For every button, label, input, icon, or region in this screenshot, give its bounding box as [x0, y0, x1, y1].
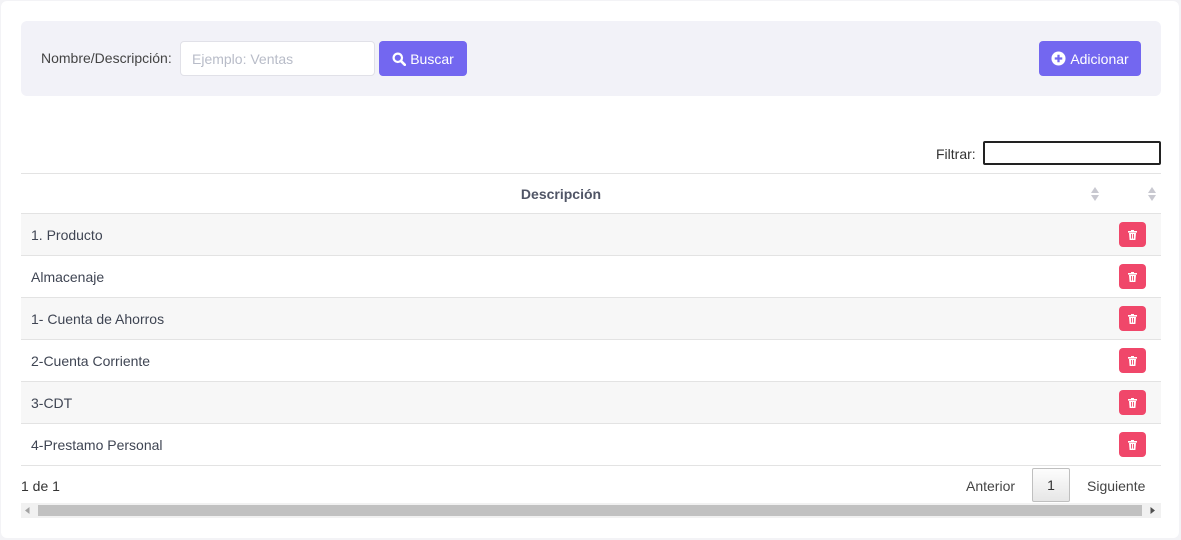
search-button-label: Buscar	[410, 50, 454, 67]
table-row: 4-Prestamo Personal	[21, 424, 1161, 466]
pagination-page-1[interactable]: 1	[1032, 468, 1070, 502]
delete-button[interactable]	[1119, 390, 1146, 415]
trash-icon	[1128, 355, 1137, 366]
row-description: 2-Cuenta Corriente	[31, 353, 151, 369]
table-row: Almacenaje	[21, 256, 1161, 298]
row-description: 4-Prestamo Personal	[31, 437, 163, 453]
row-description: 3-CDT	[31, 395, 73, 411]
trash-icon	[1128, 271, 1137, 282]
delete-button[interactable]	[1119, 264, 1146, 289]
search-button[interactable]: Buscar	[379, 41, 467, 76]
delete-button[interactable]	[1119, 348, 1146, 373]
row-description: Almacenaje	[31, 269, 105, 285]
table-header: Descripción	[21, 174, 1161, 214]
plus-circle-icon	[1051, 51, 1066, 66]
search-label: Nombre/Descripción:	[41, 50, 172, 66]
table-row: 1. Producto	[21, 214, 1161, 256]
search-panel: Nombre/Descripción: Buscar Adicionar	[21, 21, 1161, 96]
sort-icon[interactable]	[1090, 186, 1100, 202]
add-button[interactable]: Adicionar	[1039, 41, 1141, 76]
table-row: 2-Cuenta Corriente	[21, 340, 1161, 382]
row-description: 1- Cuenta de Ahorros	[31, 311, 165, 327]
horizontal-scrollbar[interactable]	[21, 503, 1161, 518]
filter-label: Filtrar:	[936, 146, 976, 162]
table-body: 1. Producto Almacenaje 1- Cuenta de Ahorro…	[21, 214, 1161, 466]
trash-icon	[1128, 397, 1137, 408]
row-description: 1. Producto	[31, 227, 103, 243]
sort-icon[interactable]	[1147, 186, 1157, 202]
scrollbar-thumb[interactable]	[38, 505, 1142, 516]
delete-button[interactable]	[1119, 306, 1146, 331]
table-row: 1- Cuenta de Ahorros	[21, 298, 1161, 340]
trash-icon	[1128, 313, 1137, 324]
trash-icon	[1128, 229, 1137, 240]
scroll-right-icon[interactable]	[1150, 507, 1155, 514]
filter-input[interactable]	[983, 141, 1161, 165]
data-table: Descripción 1. Producto Almacenaje 1- Cuen…	[21, 173, 1161, 466]
add-button-label: Adicionar	[1070, 50, 1129, 67]
column-header-descripcion[interactable]: Descripción	[21, 174, 1101, 213]
pagination-next[interactable]: Siguiente	[1087, 478, 1145, 494]
search-icon	[392, 52, 407, 66]
table-row: 3-CDT	[21, 382, 1161, 424]
delete-button[interactable]	[1119, 222, 1146, 247]
pagination-prev[interactable]: Anterior	[966, 478, 1015, 494]
delete-button[interactable]	[1119, 432, 1146, 457]
pagination-info: 1 de 1	[21, 478, 60, 494]
search-input[interactable]	[180, 41, 375, 76]
scroll-left-icon[interactable]	[25, 507, 30, 514]
trash-icon	[1128, 439, 1137, 450]
